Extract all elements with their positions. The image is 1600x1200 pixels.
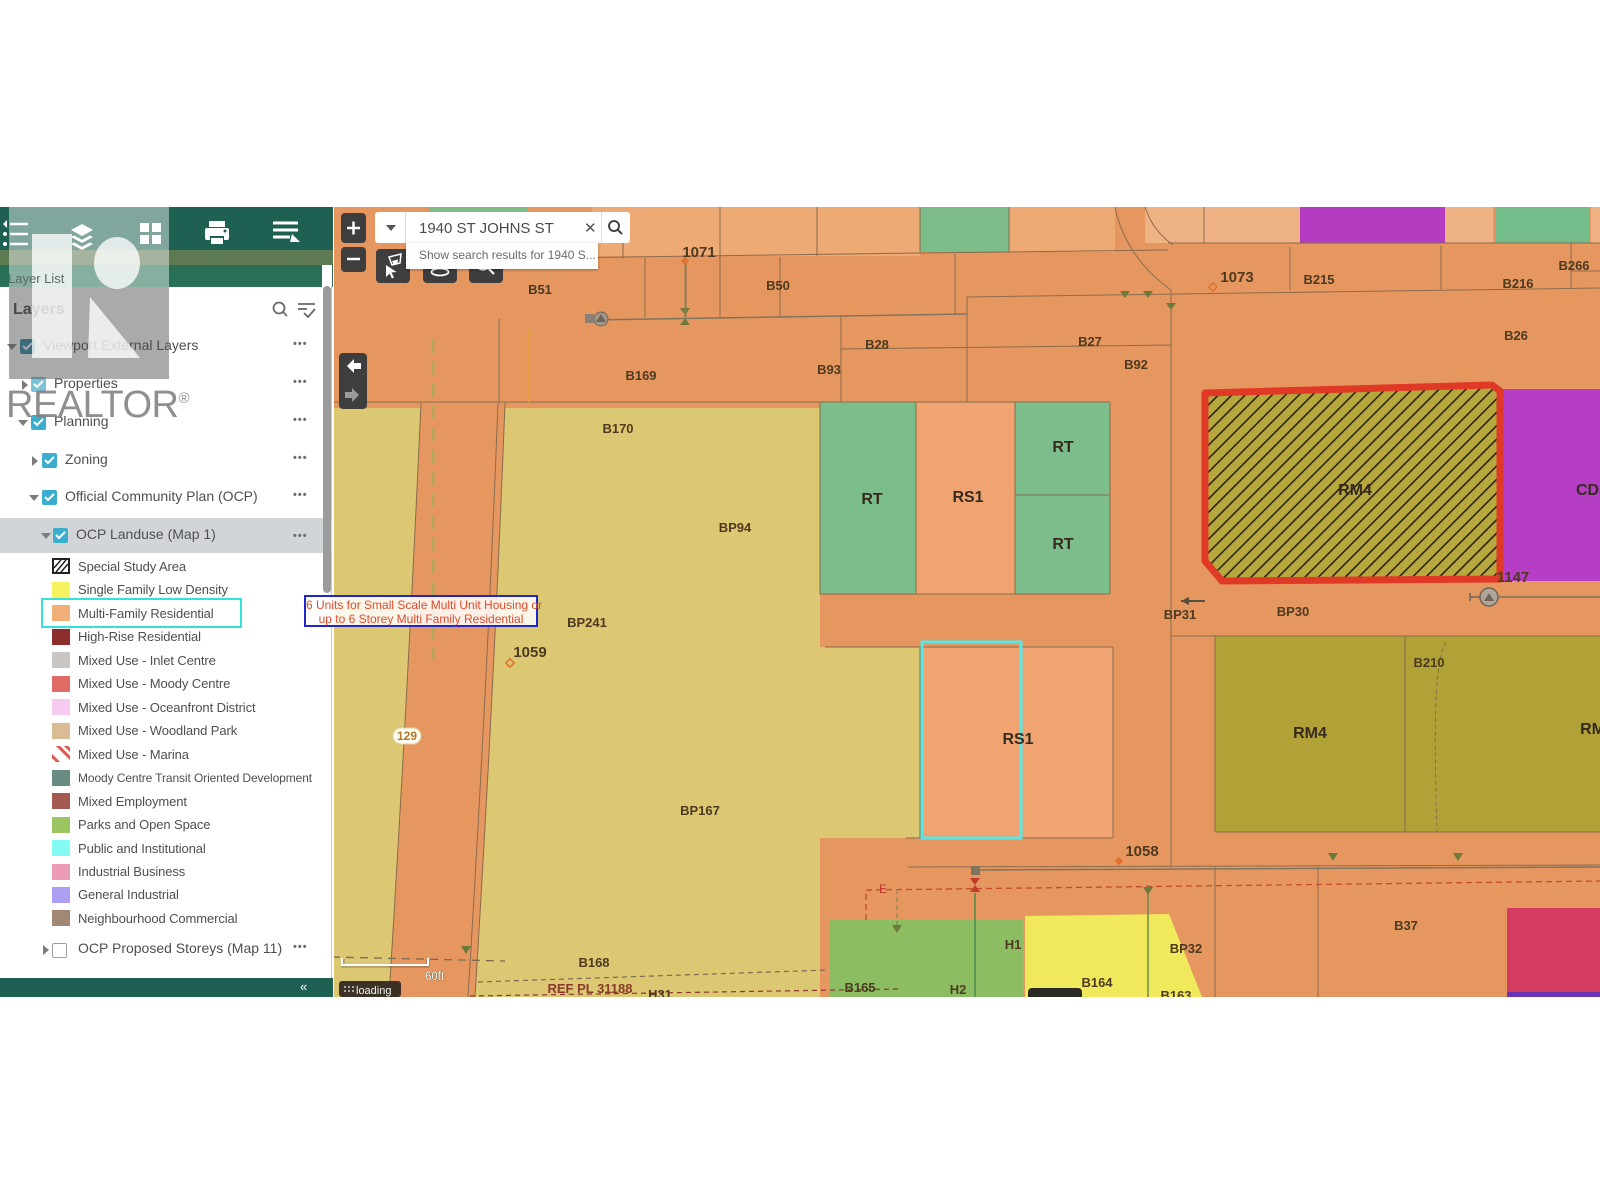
svg-text:B163: B163 bbox=[1160, 988, 1191, 997]
svg-text:B37: B37 bbox=[1394, 918, 1418, 933]
svg-text:RT: RT bbox=[1052, 536, 1074, 553]
svg-text:RS1: RS1 bbox=[952, 489, 983, 506]
svg-text:REF PL 31188: REF PL 31188 bbox=[547, 981, 632, 996]
svg-text:BP94: BP94 bbox=[719, 520, 752, 535]
svg-text:RT: RT bbox=[1052, 439, 1074, 456]
svg-text:RM4: RM4 bbox=[1293, 725, 1327, 742]
svg-text:RT: RT bbox=[861, 491, 883, 508]
svg-text:B164: B164 bbox=[1081, 975, 1113, 990]
svg-text:B215: B215 bbox=[1303, 272, 1334, 287]
svg-text:RM4: RM4 bbox=[1338, 482, 1372, 499]
svg-text:B27: B27 bbox=[1078, 334, 1102, 349]
svg-text:H2: H2 bbox=[950, 982, 967, 997]
svg-text:BP167: BP167 bbox=[680, 803, 720, 818]
svg-text:RM4: RM4 bbox=[1580, 721, 1600, 738]
svg-text:B210: B210 bbox=[1413, 655, 1444, 670]
svg-text:B28: B28 bbox=[865, 337, 889, 352]
svg-text:B216: B216 bbox=[1502, 276, 1533, 291]
svg-text:1059: 1059 bbox=[513, 644, 546, 661]
svg-text:E: E bbox=[879, 882, 887, 896]
svg-text:B50: B50 bbox=[766, 278, 790, 293]
svg-text:1073: 1073 bbox=[1220, 269, 1253, 286]
svg-text:B266: B266 bbox=[1558, 258, 1589, 273]
svg-text:B51: B51 bbox=[528, 282, 552, 297]
svg-text:BP30: BP30 bbox=[1277, 604, 1310, 619]
svg-text:B165: B165 bbox=[844, 980, 875, 995]
svg-text:B92: B92 bbox=[1124, 357, 1148, 372]
svg-text:B168: B168 bbox=[578, 955, 609, 970]
svg-text:BP32: BP32 bbox=[1170, 941, 1203, 956]
svg-text:H31: H31 bbox=[648, 987, 672, 997]
svg-text:1071: 1071 bbox=[682, 244, 715, 261]
svg-text:1147: 1147 bbox=[1497, 569, 1530, 586]
svg-text:BP31: BP31 bbox=[1164, 607, 1197, 622]
svg-text:CD3: CD3 bbox=[1576, 482, 1600, 499]
svg-text:129: 129 bbox=[397, 729, 417, 743]
svg-text:loading: loading bbox=[356, 985, 391, 997]
svg-text:H1: H1 bbox=[1005, 937, 1022, 952]
svg-text:RS1: RS1 bbox=[1002, 731, 1033, 748]
svg-text:BP241: BP241 bbox=[567, 615, 607, 630]
svg-text:B26: B26 bbox=[1504, 328, 1528, 343]
svg-text:60ft: 60ft bbox=[425, 971, 445, 983]
svg-text:B170: B170 bbox=[602, 421, 633, 436]
svg-text:B169: B169 bbox=[625, 368, 656, 383]
svg-text:1058: 1058 bbox=[1125, 843, 1158, 860]
svg-text:B93: B93 bbox=[817, 362, 841, 377]
